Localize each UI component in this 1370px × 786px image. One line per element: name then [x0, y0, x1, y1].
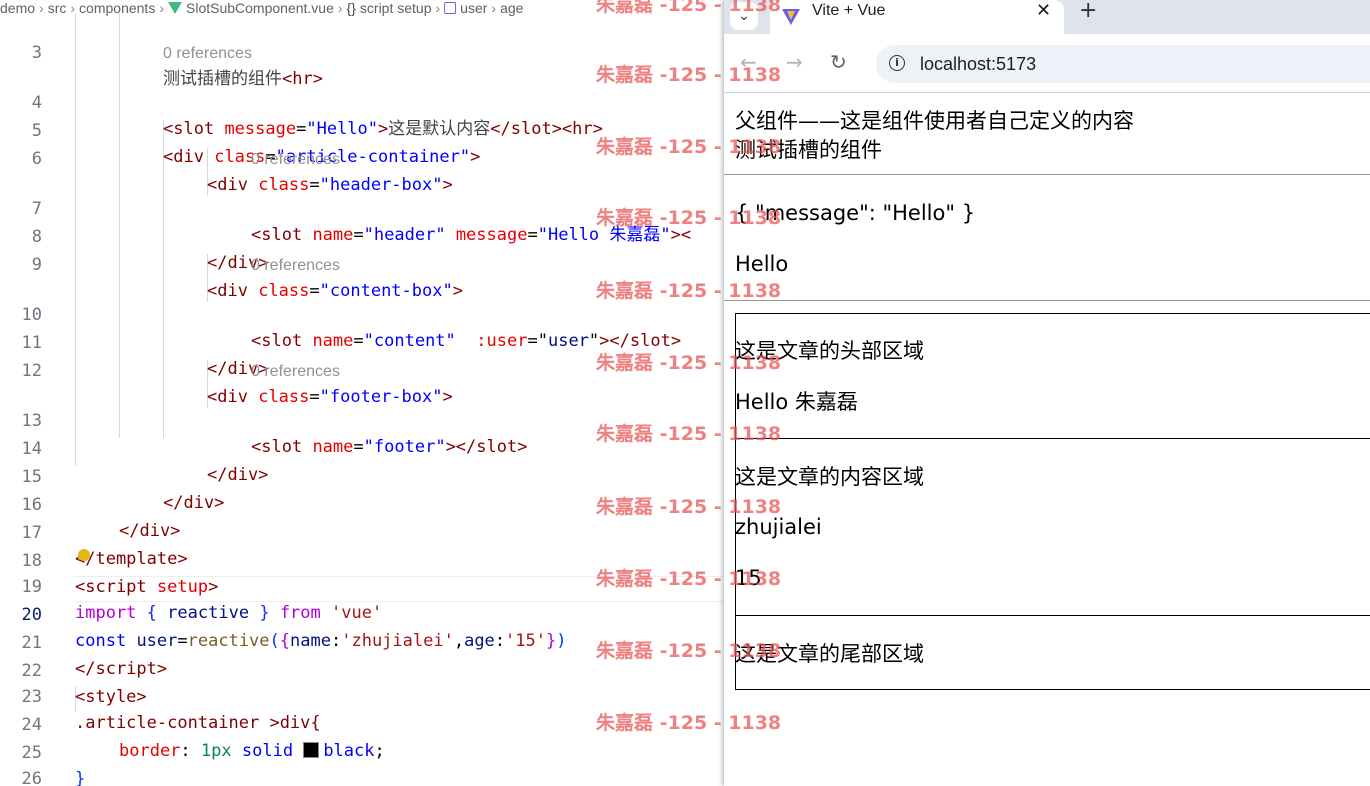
code-line[interactable]: 11 </div> — [0, 304, 724, 379]
page-content: 父组件——这是组件使用者自己定义的内容 测试插槽的组件 { "message":… — [724, 93, 1370, 786]
vite-logo-icon — [782, 9, 800, 25]
line-number: 26 — [21, 769, 42, 786]
line-number: 6 — [31, 149, 42, 169]
watermark: 朱嘉磊 -125 - 1138 — [596, 712, 782, 734]
code-lens-references[interactable]: 0 references — [251, 256, 340, 276]
default-message: Hello — [735, 252, 789, 276]
browser-toolbar: ← → ↻ i localhost:5173 — [724, 34, 1370, 93]
close-icon[interactable]: ✕ — [1036, 0, 1051, 22]
site-info-icon[interactable]: i — [889, 55, 905, 71]
watermark: 朱嘉磊 -125 - 1138 — [596, 64, 782, 86]
address-bar[interactable]: i localhost:5173 — [876, 45, 1370, 83]
watermark: 朱嘉磊 -125 - 1138 — [596, 280, 782, 302]
code-editor[interactable]: demo › src › components › SlotSubComponent.vue… — [0, 0, 724, 786]
code-lens-references[interactable]: 0 references — [163, 44, 252, 64]
watermark: 朱嘉磊 -125 - 1138 — [596, 136, 782, 158]
forward-arrow-icon[interactable]: → — [786, 50, 803, 74]
tab-title: Vite + Vue — [812, 2, 886, 19]
line-number: 9 — [31, 255, 42, 275]
code-lens-references[interactable]: 0 references — [251, 150, 340, 170]
watermark: 朱嘉磊 -125 - 1138 — [596, 352, 782, 374]
new-tab-plus-icon[interactable]: + — [1079, 0, 1097, 23]
watermark: 朱嘉磊 -125 - 1138 — [596, 423, 782, 445]
header-box — [735, 313, 1370, 439]
vue-file-icon — [168, 2, 182, 14]
line-number: 3 — [31, 43, 42, 63]
code-line[interactable]: 24 border: 1px solid black; — [0, 686, 724, 761]
code-line[interactable]: 16 </div> — [0, 466, 724, 541]
code-line[interactable]: 3 测试插槽的组件<hr> — [0, 14, 724, 89]
header-message: Hello 朱嘉磊 — [735, 390, 858, 414]
tab-strip: ⌄ Vite + Vue ✕ + — [724, 0, 1370, 34]
variable-icon — [444, 2, 457, 14]
code-line[interactable]: 18 <script setup> — [0, 522, 724, 597]
code-line[interactable]: 5 <div class="article-container"> — [0, 92, 724, 167]
watermark: 朱嘉磊 -125 - 1138 — [596, 640, 782, 662]
url-text[interactable]: localhost:5173 — [920, 45, 1036, 83]
code-line[interactable]: 26 </style> — [0, 740, 724, 786]
watermark: 朱嘉磊 -125 - 1138 — [596, 0, 782, 16]
reload-icon[interactable]: ↻ — [830, 50, 847, 74]
watermark: 朱嘉磊 -125 - 1138 — [596, 568, 782, 590]
divider — [724, 300, 1370, 301]
line-number: 12 — [21, 361, 42, 381]
code-lens-references[interactable]: 0 references — [251, 362, 340, 382]
code-line[interactable]: 13 <slot name="footer"></slot> — [0, 382, 724, 457]
divider — [724, 174, 1370, 175]
watermark: 朱嘉磊 -125 - 1138 — [596, 496, 782, 518]
code-line[interactable]: 21 </script> — [0, 604, 724, 679]
parent-text: 父组件——这是组件使用者自己定义的内容 — [735, 109, 1134, 133]
lightbulb-icon[interactable] — [78, 549, 90, 561]
watermark: 朱嘉磊 -125 - 1138 — [596, 207, 782, 229]
code-line[interactable]: 7 <slot name="header" message="Hello 朱嘉磊… — [0, 170, 724, 245]
content-area-text: 这是文章的内容区域 — [735, 465, 924, 489]
browser-window: ⌄ Vite + Vue ✕ + ← → ↻ i localhost:5173 … — [724, 0, 1370, 786]
tab-vite-vue[interactable]: Vite + Vue ✕ — [770, 0, 1064, 34]
